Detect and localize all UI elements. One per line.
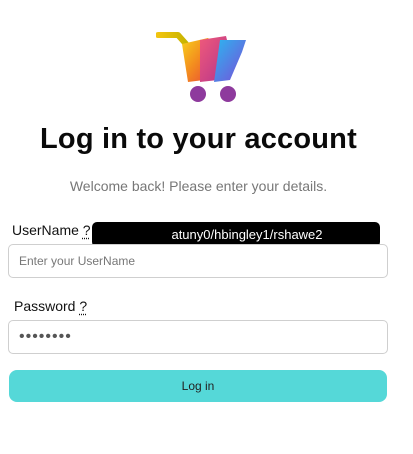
shopping-cart-icon [156, 32, 246, 102]
page-title: Log in to your account [40, 123, 357, 155]
login-page: Log in to your account Welcome back! Ple… [0, 0, 413, 454]
username-label-text: UserName [12, 222, 79, 238]
username-label: UserName ? [12, 222, 91, 238]
username-input[interactable] [8, 244, 388, 278]
page-subtitle: Welcome back! Please enter your details. [69, 178, 328, 194]
password-label-text: Password [14, 298, 76, 314]
password-label: Password ? [14, 298, 87, 314]
password-help-icon[interactable]: ? [79, 298, 87, 314]
password-input[interactable] [8, 320, 388, 354]
username-help-icon[interactable]: ? [83, 222, 91, 238]
login-button[interactable]: Log in [9, 370, 387, 402]
